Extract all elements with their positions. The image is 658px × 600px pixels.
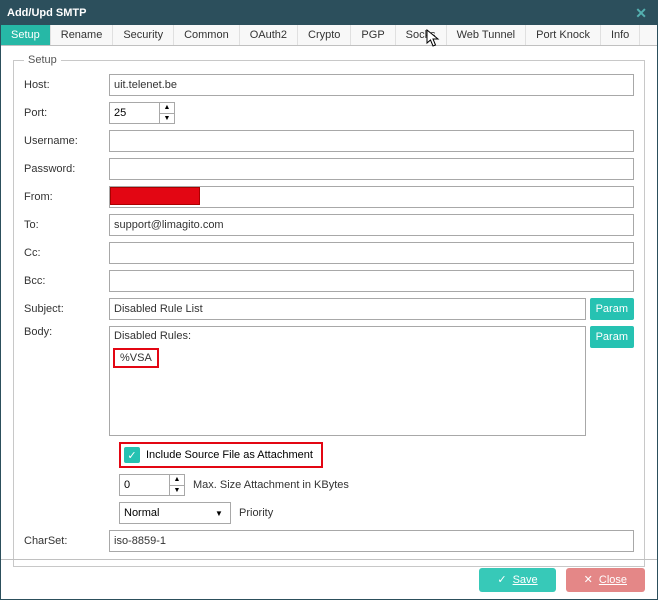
save-button[interactable]: ✓ Save <box>479 568 555 592</box>
include-source-checkbox-row[interactable]: ✓ Include Source File as Attachment <box>119 442 323 468</box>
titlebar: Add/Upd SMTP ✕ <box>1 1 657 25</box>
setup-fieldset: Setup Host: Port: 25 ▲ ▼ Username: <box>13 54 645 567</box>
port-label: Port: <box>24 107 109 119</box>
save-label: Save <box>513 574 538 586</box>
maxsize-increment-button[interactable]: ▲ <box>170 475 184 486</box>
bcc-label: Bcc: <box>24 275 109 287</box>
port-increment-button[interactable]: ▲ <box>160 103 174 114</box>
tab-port-knock[interactable]: Port Knock <box>526 25 601 45</box>
check-icon: ✓ <box>497 573 506 586</box>
close-label: Close <box>599 574 627 586</box>
chevron-down-icon: ▼ <box>212 509 226 518</box>
to-input[interactable] <box>109 214 634 236</box>
tab-rename[interactable]: Rename <box>51 25 114 45</box>
maxsize-decrement-button[interactable]: ▼ <box>170 486 184 496</box>
subject-label: Subject: <box>24 303 109 315</box>
tab-setup[interactable]: Setup <box>1 25 51 45</box>
to-label: To: <box>24 219 109 231</box>
dialog-body: Setup Host: Port: 25 ▲ ▼ Username: <box>1 46 657 575</box>
priority-combo[interactable]: Normal ▼ <box>119 502 231 524</box>
priority-label: Priority <box>239 507 273 519</box>
maxsize-label: Max. Size Attachment in KBytes <box>193 479 349 491</box>
subject-param-button[interactable]: Param <box>590 298 634 320</box>
tab-web-tunnel[interactable]: Web Tunnel <box>447 25 527 45</box>
cc-label: Cc: <box>24 247 109 259</box>
close-icon[interactable]: ✕ <box>631 5 651 22</box>
cc-input[interactable] <box>109 242 634 264</box>
host-label: Host: <box>24 79 109 91</box>
password-input[interactable] <box>109 158 634 180</box>
x-icon: ✕ <box>584 573 593 586</box>
username-label: Username: <box>24 135 109 147</box>
tab-oauth2[interactable]: OAuth2 <box>240 25 298 45</box>
dialog-window: Add/Upd SMTP ✕ Setup Rename Security Com… <box>0 0 658 600</box>
tab-common[interactable]: Common <box>174 25 240 45</box>
checkmark-icon: ✓ <box>124 447 140 463</box>
maxsize-stepper[interactable]: 0 ▲ ▼ <box>119 474 185 496</box>
body-label: Body: <box>24 326 109 338</box>
maxsize-value: 0 <box>120 479 169 491</box>
tab-info[interactable]: Info <box>601 25 640 45</box>
dialog-footer: ✓ Save ✕ Close <box>1 559 657 599</box>
body-vsa-highlight: %VSA <box>113 348 159 368</box>
fieldset-legend: Setup <box>24 54 61 66</box>
tab-bar: Setup Rename Security Common OAuth2 Cryp… <box>1 25 657 46</box>
bcc-input[interactable] <box>109 270 634 292</box>
tab-security[interactable]: Security <box>113 25 174 45</box>
charset-label: CharSet: <box>24 535 109 547</box>
close-button[interactable]: ✕ Close <box>566 568 645 592</box>
subject-input[interactable] <box>109 298 586 320</box>
tab-pgp[interactable]: PGP <box>351 25 395 45</box>
include-source-label: Include Source File as Attachment <box>146 449 313 461</box>
body-textarea[interactable] <box>109 326 586 436</box>
from-redacted-block <box>110 187 200 205</box>
from-label: From: <box>24 191 109 203</box>
password-label: Password: <box>24 163 109 175</box>
port-value: 25 <box>110 107 159 119</box>
body-param-button[interactable]: Param <box>590 326 634 348</box>
tab-socks[interactable]: Socks <box>396 25 447 45</box>
port-decrement-button[interactable]: ▼ <box>160 114 174 124</box>
priority-value: Normal <box>124 507 212 519</box>
username-input[interactable] <box>109 130 634 152</box>
port-stepper[interactable]: 25 ▲ ▼ <box>109 102 175 124</box>
title-text: Add/Upd SMTP <box>7 7 86 19</box>
host-input[interactable] <box>109 74 634 96</box>
charset-input[interactable] <box>109 530 634 552</box>
tab-crypto[interactable]: Crypto <box>298 25 351 45</box>
